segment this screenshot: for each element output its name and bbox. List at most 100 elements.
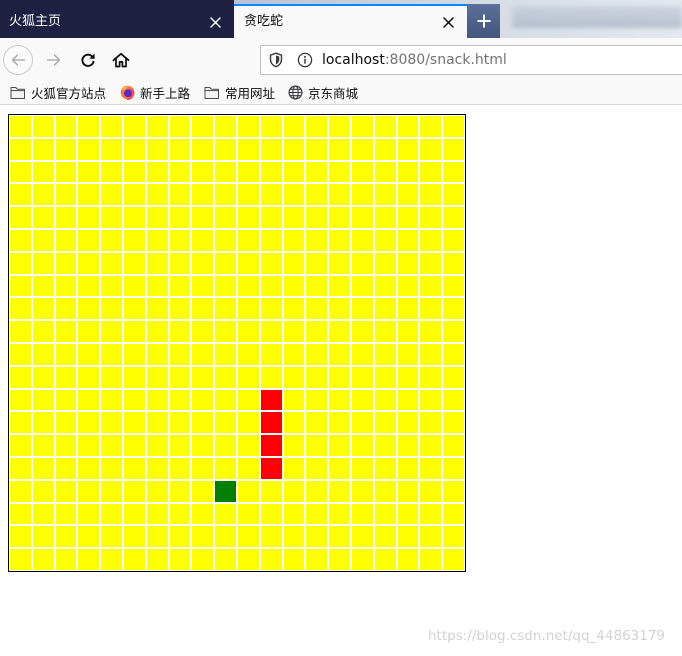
board-cell <box>373 206 397 229</box>
board-cell <box>122 365 146 389</box>
board-cell <box>305 297 329 321</box>
board-cell <box>77 228 101 252</box>
snake-segment <box>259 388 283 412</box>
board-cell <box>214 365 237 389</box>
board-cell <box>442 388 465 412</box>
new-tab-button[interactable] <box>467 4 500 38</box>
back-button[interactable] <box>3 45 33 75</box>
board-cell <box>122 434 146 457</box>
close-icon[interactable] <box>210 17 221 28</box>
board-cell <box>145 137 169 161</box>
board-cell <box>145 365 169 389</box>
board-cell <box>191 115 215 138</box>
reload-button[interactable] <box>73 45 103 75</box>
board-cell <box>145 456 169 480</box>
board-cell <box>259 183 283 207</box>
board-cell <box>191 297 215 321</box>
food-cell <box>214 479 237 503</box>
bookmark-getting-started[interactable]: 新手上路 <box>120 81 190 104</box>
board-cell <box>191 525 215 549</box>
board-cell <box>305 137 329 161</box>
board-cell <box>54 206 78 229</box>
board-cell <box>442 251 465 275</box>
board-cell <box>31 342 55 366</box>
board-cell <box>396 456 420 480</box>
board-cell <box>31 137 55 161</box>
board-cell <box>214 434 237 457</box>
url-bar[interactable]: localhost:8080/snack.html <box>260 45 682 75</box>
board-cell <box>54 434 78 457</box>
board-cell <box>350 137 374 161</box>
tab-snake-game[interactable]: 贪吃蛇 <box>234 4 467 38</box>
board-cell <box>328 548 351 571</box>
board-cell <box>168 456 192 480</box>
bookmark-firefox-official-site[interactable]: 火狐官方站点 <box>10 81 106 104</box>
board-cell <box>236 183 260 207</box>
board-cell <box>305 502 329 526</box>
plus-icon <box>476 13 492 29</box>
board-cell <box>442 206 465 229</box>
board-cell <box>442 434 465 457</box>
board-cell <box>373 320 397 343</box>
close-icon[interactable] <box>443 17 454 28</box>
forward-button[interactable] <box>39 45 69 75</box>
shield-icon[interactable] <box>269 52 283 68</box>
board-cell <box>396 297 420 321</box>
board-cell <box>442 297 465 321</box>
bookmark-common-sites[interactable]: 常用网址 <box>204 81 275 104</box>
board-cell <box>328 525 351 549</box>
board-cell <box>9 456 32 480</box>
board-cell <box>31 160 55 184</box>
board-cell <box>100 388 123 412</box>
board-cell <box>9 502 32 526</box>
board-cell <box>122 388 146 412</box>
board-cell <box>100 137 123 161</box>
board-cell <box>350 228 374 252</box>
board-cell <box>191 502 215 526</box>
board-cell <box>236 274 260 298</box>
board-cell <box>214 274 237 298</box>
board-cell <box>442 342 465 366</box>
board-cell <box>305 115 329 138</box>
board-cell <box>442 160 465 184</box>
board-cell <box>350 320 374 343</box>
board-cell <box>168 274 192 298</box>
board-cell <box>77 183 101 207</box>
board-cell <box>100 479 123 503</box>
bookmark-jd-mall[interactable]: 京东商城 <box>288 81 358 104</box>
home-button[interactable] <box>106 45 136 75</box>
board-cell <box>373 502 397 526</box>
board-cell <box>305 525 329 549</box>
url-text[interactable]: localhost:8080/snack.html <box>322 46 507 74</box>
board-cell <box>145 228 169 252</box>
bookmark-label: 京东商城 <box>308 86 359 101</box>
board-cell <box>328 137 351 161</box>
board-cell <box>350 502 374 526</box>
board-cell <box>77 320 101 343</box>
board-cell <box>373 137 397 161</box>
board-cell <box>214 502 237 526</box>
board-cell <box>77 251 101 275</box>
board-cell <box>396 388 420 412</box>
board-cell <box>259 502 283 526</box>
board-cell <box>77 411 101 435</box>
board-cell <box>373 411 397 435</box>
board-cell <box>122 115 146 138</box>
board-cell <box>259 297 283 321</box>
info-icon[interactable] <box>297 52 313 68</box>
board-cell <box>419 434 443 457</box>
board-cell <box>145 297 169 321</box>
board-cell <box>9 228 32 252</box>
tab-firefox-home[interactable]: 火狐主页 <box>0 0 234 38</box>
reload-icon <box>80 52 96 68</box>
board-cell <box>350 388 374 412</box>
board-cell <box>31 388 55 412</box>
board-cell <box>168 411 192 435</box>
board-cell <box>259 342 283 366</box>
board-cell <box>122 342 146 366</box>
board-cell <box>350 206 374 229</box>
board-cell <box>305 456 329 480</box>
board-cell <box>31 183 55 207</box>
board-cell <box>122 297 146 321</box>
board-cell <box>442 479 465 503</box>
